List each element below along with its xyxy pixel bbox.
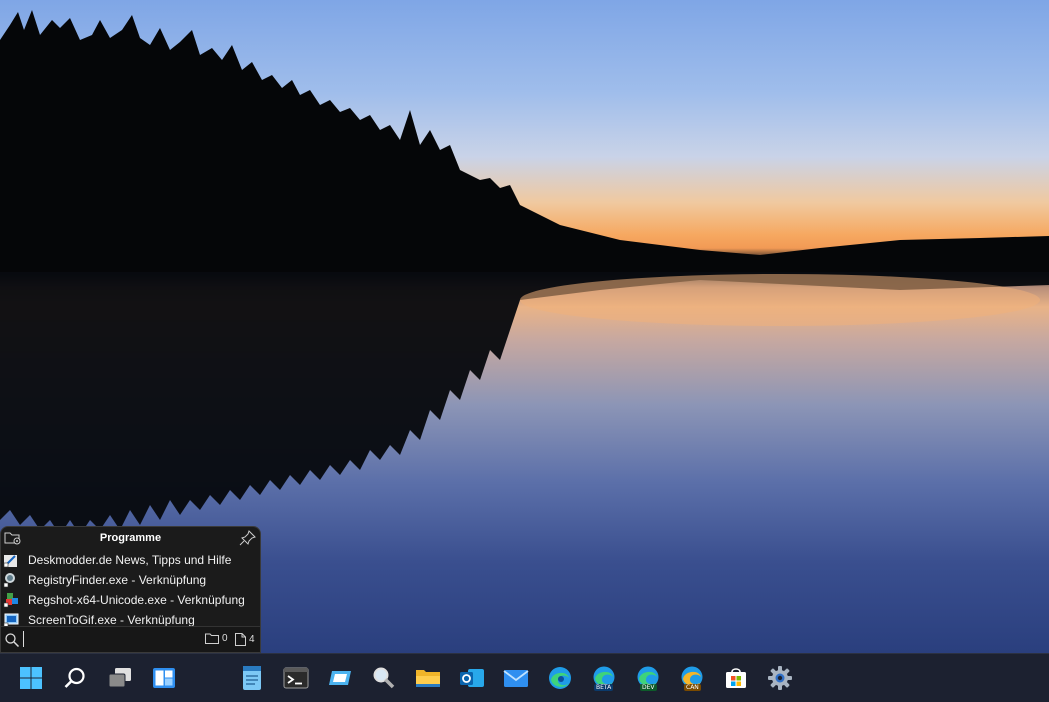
- folder-count-value: 0: [222, 633, 228, 644]
- regshot-icon: [3, 592, 21, 608]
- app-button[interactable]: [324, 662, 356, 694]
- edge-beta-button[interactable]: BETA: [588, 662, 620, 694]
- outlook-button[interactable]: [456, 662, 488, 694]
- magnifier-icon: [373, 667, 395, 689]
- outlook-icon: [460, 669, 484, 687]
- widgets-button[interactable]: [148, 662, 180, 694]
- list-item-regshot[interactable]: Regshot-x64-Unicode.exe - Verknüpfung: [1, 590, 260, 610]
- search-input[interactable]: [23, 631, 177, 647]
- task-view-icon: [108, 668, 131, 688]
- list-item-deskmodder[interactable]: Deskmodder.de News, Tipps und Hilfe: [1, 550, 260, 570]
- start-button[interactable]: [15, 662, 47, 694]
- store-button[interactable]: [720, 662, 752, 694]
- list-item-label: Deskmodder.de News, Tipps und Hilfe: [28, 553, 232, 567]
- settings-button[interactable]: [764, 662, 796, 694]
- edge-beta-badge: BETA: [594, 684, 614, 691]
- windows-logo-icon: [20, 667, 42, 689]
- registry-finder-icon: [3, 572, 21, 588]
- mail-icon: [503, 670, 529, 687]
- folder-popup: Programme Deskmodder.de News, Tipps und …: [0, 526, 261, 653]
- pin-icon[interactable]: [239, 530, 257, 546]
- file-count-value: 4: [249, 634, 255, 645]
- list-item-label: RegistryFinder.exe - Verknüpfung: [28, 573, 207, 587]
- search-icon: [4, 632, 20, 648]
- terminal-icon: [283, 667, 309, 689]
- popup-title: Programme: [99, 532, 162, 544]
- magnifier-search-button[interactable]: [368, 662, 400, 694]
- notepad-button[interactable]: [236, 662, 268, 694]
- folder-icon: [416, 670, 440, 687]
- file-icon: [235, 633, 246, 646]
- edge-icon: [549, 667, 571, 689]
- file-count: 4: [235, 633, 255, 646]
- edge-canary-badge: CAN: [684, 684, 701, 691]
- folder-icon: [205, 633, 219, 644]
- file-explorer-button[interactable]: [412, 662, 444, 694]
- list-item-label: ScreenToGif.exe - Verknüpfung: [28, 613, 195, 627]
- app-window-icon: [329, 671, 351, 685]
- gear-icon: [768, 666, 792, 690]
- edge-dev-button[interactable]: DEV: [632, 662, 664, 694]
- popup-item-list: Deskmodder.de News, Tipps und Hilfe Regi…: [1, 550, 260, 630]
- terminal-button[interactable]: [280, 662, 312, 694]
- popup-header: Programme: [1, 527, 260, 549]
- web-shortcut-icon: [3, 552, 21, 568]
- notepad-icon: [243, 666, 261, 690]
- store-icon: [726, 668, 746, 688]
- list-item-registryfinder[interactable]: RegistryFinder.exe - Verknüpfung: [1, 570, 260, 590]
- search-button[interactable]: [59, 662, 91, 694]
- list-item-label: Regshot-x64-Unicode.exe - Verknüpfung: [28, 593, 245, 607]
- widgets-icon: [153, 668, 175, 688]
- taskbar: BETA DEV CAN: [0, 653, 1049, 702]
- task-view-button[interactable]: [104, 662, 136, 694]
- folder-count: 0: [205, 633, 228, 644]
- edge-dev-badge: DEV: [640, 684, 657, 691]
- edge-canary-button[interactable]: CAN: [676, 662, 708, 694]
- popup-footer: 0 4: [1, 626, 260, 652]
- mail-button[interactable]: [500, 662, 532, 694]
- search-icon: [64, 667, 85, 688]
- edge-button[interactable]: [544, 662, 576, 694]
